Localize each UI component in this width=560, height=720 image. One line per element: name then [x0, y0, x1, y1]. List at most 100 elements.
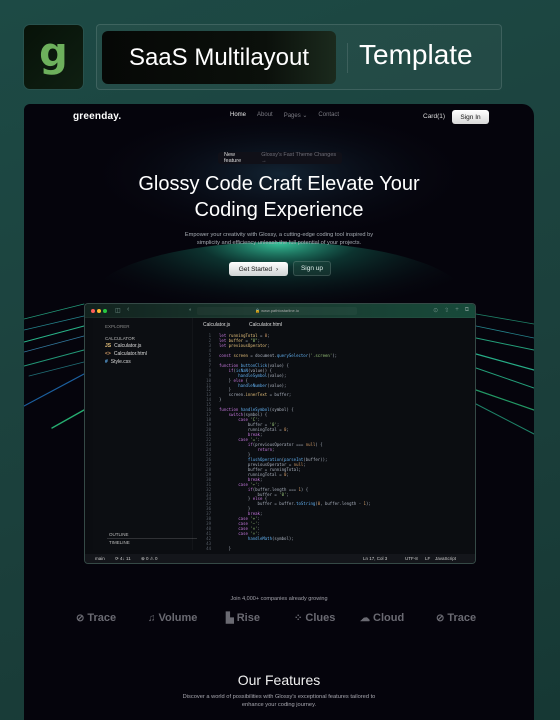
code-token: screen. — [219, 392, 246, 398]
status-sync[interactable]: ⟳ 4↓ 11 — [115, 556, 131, 562]
company-name: Trace — [447, 612, 477, 624]
company-logo-cloud: ☁ Cloud — [360, 612, 404, 624]
outline-divider — [107, 538, 197, 539]
code-token: previousOperator — [228, 342, 268, 348]
code-token: ; — [259, 511, 263, 517]
code-editor-window: ◫ ‹ ◐ 🔒 www.pathtostarline.io ⊙ ⇧ + ⧉ EX… — [84, 303, 476, 564]
share-icon[interactable]: ⇧ — [444, 307, 449, 314]
file-name: Calculator.html — [113, 351, 147, 357]
hero-title-line1: Glossy Code Craft Elevate Your — [138, 173, 420, 195]
sign-in-button[interactable]: Sign In — [452, 110, 489, 124]
nav-link-contact[interactable]: Contact — [318, 112, 339, 119]
outline-section[interactable]: OUTLINE — [109, 532, 129, 537]
compass-icon: ⊘ — [436, 612, 445, 624]
code-token: (symbol) { — [269, 407, 294, 413]
explorer-heading: EXPLORER — [105, 324, 130, 329]
nav-links: Home About Pages ⌄ Contact — [230, 112, 339, 119]
file-calculator-js[interactable]: JS Calculator.js — [105, 343, 141, 349]
tabs-icon[interactable]: ⧉ — [465, 307, 469, 314]
code-token: ; — [259, 476, 263, 482]
companies-heading: Join 4,000+ companies already growing — [230, 596, 328, 602]
js-file-icon: JS — [105, 343, 112, 349]
tab-calculator-js[interactable]: Calculator.js — [203, 322, 230, 328]
code-token: } — [219, 545, 232, 551]
code-token: ; — [286, 427, 289, 433]
hero-subtitle-line1: Empower your creativity with Glossy, a c… — [184, 232, 374, 238]
company-name: Rise — [236, 612, 260, 624]
nav-link-about[interactable]: About — [257, 112, 273, 119]
sign-up-button[interactable]: Sign up — [293, 261, 331, 276]
features-subtitle-line1: Discover a world of possibilities with G… — [182, 694, 376, 700]
file-calculator-html[interactable]: <> Calculator.html — [105, 351, 147, 357]
code-token: let — [219, 342, 229, 348]
new-tab-icon[interactable]: + — [455, 307, 459, 314]
features-title: Our Features — [237, 672, 321, 688]
tab-calculator-html[interactable]: Calculator.html — [249, 322, 282, 328]
timeline-section[interactable]: TIMELINE — [109, 540, 130, 545]
cart-link[interactable]: Card(1) — [423, 113, 445, 120]
code-token: toString — [296, 501, 316, 507]
status-position[interactable]: Ln 17, Col 3 — [363, 556, 387, 561]
hero-title-line2: Coding Experience — [194, 199, 364, 221]
badge-text: Glossy's Fast Theme Changes → — [261, 152, 337, 164]
browser-actions: ⊙ ⇧ + ⧉ — [433, 307, 469, 314]
code-token: ; — [259, 432, 263, 438]
company-name: Cloud — [373, 612, 405, 624]
company-logo-rise: ▙ Rise — [226, 612, 260, 624]
code-token: } — [219, 397, 222, 403]
company-logo-trace-2: ⊘ Trace — [436, 612, 476, 624]
status-branch[interactable]: main — [95, 556, 105, 561]
features-subtitle-line2: enhance your coding journey. — [241, 701, 317, 708]
code-token: , buffer.length - — [320, 501, 364, 507]
features-subtitle: Discover a world of possibilities with G… — [174, 694, 384, 709]
chart-icon: ▙ — [226, 612, 234, 624]
code-token: (value); — [267, 372, 287, 378]
shield-icon[interactable]: ◐ — [189, 307, 192, 313]
nav-link-home[interactable]: Home — [230, 112, 246, 119]
status-problems[interactable]: ⊗ 0 ⚠ 0 — [141, 556, 158, 562]
company-logos: ⊘ Trace ♫ Volume ▙ Rise ⁘ Clues ☁ Cloud … — [24, 612, 534, 632]
download-icon[interactable]: ⊙ — [433, 307, 438, 314]
url-bar[interactable]: 🔒 www.pathtostarline.io — [197, 307, 357, 315]
badge-label: New feature — [224, 152, 242, 164]
code-token: '.screen' — [310, 352, 333, 358]
file-name: Style.css — [110, 359, 131, 365]
company-logo-clues: ⁘ Clues — [294, 612, 335, 624]
hero-subtitle-line2: simplicity and efficiency unleash the fu… — [196, 240, 362, 246]
brand-logo: g — [24, 25, 83, 89]
code-area[interactable]: 1 let runningTotal = 0; 2 let buffer = "0";… — [197, 333, 371, 552]
new-feature-badge[interactable]: New feature Glossy's Fast Theme Changes … — [218, 152, 342, 164]
music-icon: ♫ — [148, 612, 156, 624]
folder-calculator[interactable]: CALCULATOR — [105, 336, 135, 341]
maximize-dot-icon[interactable] — [103, 309, 107, 313]
file-style-css[interactable]: # Style.css — [105, 359, 131, 365]
code-token: = buffer; — [267, 392, 292, 398]
paw-icon: ⁘ — [294, 612, 303, 624]
code-token: ; — [303, 461, 306, 467]
get-started-button[interactable]: Get Started › — [229, 262, 288, 276]
code-token: ; — [271, 446, 275, 452]
code-token: null — [305, 441, 316, 447]
status-encoding[interactable]: UTF-8 — [405, 556, 418, 561]
code-token: = document. — [247, 352, 277, 358]
close-dot-icon[interactable] — [91, 309, 95, 313]
nav-link-pages[interactable]: Pages ⌄ — [284, 112, 308, 119]
status-eol[interactable]: LF — [425, 556, 430, 561]
css-file-icon: # — [105, 359, 108, 365]
html-file-icon: <> — [105, 351, 111, 357]
code-token: ); — [365, 501, 371, 507]
company-name: Trace — [87, 612, 117, 624]
back-icon[interactable]: ‹ — [127, 306, 129, 313]
sidebar-toggle-icon[interactable]: ◫ — [115, 307, 121, 314]
company-name: Volume — [158, 612, 198, 624]
chevron-right-icon: › — [276, 265, 279, 273]
code-token: ) { — [300, 486, 309, 492]
title-banner: SaaS Multilayout Template — [96, 24, 502, 90]
nav-brand[interactable]: greenday. — [73, 111, 121, 122]
minimize-dot-icon[interactable] — [97, 309, 101, 313]
code-token: ); — [332, 352, 338, 358]
status-language[interactable]: JavaScript — [435, 556, 456, 561]
compass-icon: ⊘ — [76, 612, 85, 624]
get-started-label: Get Started — [238, 265, 273, 273]
